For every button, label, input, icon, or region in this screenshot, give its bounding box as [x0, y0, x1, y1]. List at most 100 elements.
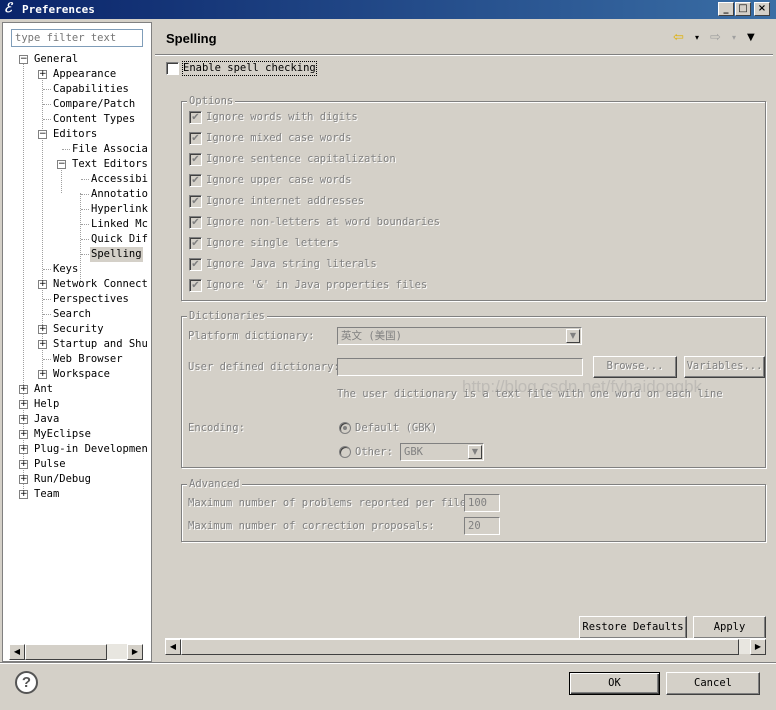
- tree-item-startup-shutdown[interactable]: + Startup and Shu: [3, 337, 151, 352]
- tree-item-content-types[interactable]: Content Types: [3, 112, 151, 127]
- max-proposals-field[interactable]: 20: [464, 517, 500, 535]
- tree-item-capabilities[interactable]: Capabilities: [3, 82, 151, 97]
- expand-icon[interactable]: +: [38, 280, 47, 289]
- tree-item-java[interactable]: + Java: [3, 412, 151, 427]
- ignore-sentence-cap-checkbox[interactable]: ✔: [189, 153, 202, 166]
- tree-item-linked-mode[interactable]: Linked Mc: [3, 217, 151, 232]
- tree-item-general[interactable]: − General: [3, 52, 151, 67]
- header-separator: [155, 54, 773, 56]
- collapse-icon[interactable]: −: [19, 55, 28, 64]
- tree-item-text-editors[interactable]: − Text Editors: [3, 157, 151, 172]
- scroll-left-icon[interactable]: ◀: [165, 639, 181, 655]
- tree-item-run-debug[interactable]: + Run/Debug: [3, 472, 151, 487]
- back-dropdown-icon[interactable]: ▾: [695, 31, 699, 45]
- tree-item-keys[interactable]: Keys: [3, 262, 151, 277]
- tree-item-editors[interactable]: − Editors: [3, 127, 151, 142]
- encoding-other-radio[interactable]: [339, 446, 351, 458]
- dictionaries-legend: Dictionaries: [187, 310, 267, 322]
- enable-spell-checkbox[interactable]: [166, 62, 179, 75]
- max-problems-field[interactable]: 100: [464, 494, 500, 512]
- expand-icon[interactable]: +: [38, 325, 47, 334]
- ignore-ampersand-checkbox[interactable]: ✔: [189, 279, 202, 292]
- tree-item-file-associations[interactable]: File Associa: [3, 142, 151, 157]
- tree-item-ant[interactable]: + Ant: [3, 382, 151, 397]
- expand-icon[interactable]: +: [19, 475, 28, 484]
- expand-icon[interactable]: +: [19, 460, 28, 469]
- variables-button[interactable]: Variables...: [684, 356, 765, 378]
- tree-item-help[interactable]: + Help: [3, 397, 151, 412]
- tree-item-search[interactable]: Search: [3, 307, 151, 322]
- platform-dictionary-combo[interactable]: 英文 (美国) ▼: [337, 327, 582, 345]
- apply-button[interactable]: Apply: [693, 616, 766, 639]
- footer-separator: [0, 662, 776, 664]
- ok-button[interactable]: OK: [569, 672, 660, 695]
- tree-item-workspace[interactable]: + Workspace: [3, 367, 151, 382]
- tree-item-network-connections[interactable]: + Network Connect: [3, 277, 151, 292]
- scroll-right-icon[interactable]: ▶: [750, 639, 766, 655]
- ignore-upper-case-checkbox[interactable]: ✔: [189, 174, 202, 187]
- scroll-right-icon[interactable]: ▶: [127, 644, 143, 660]
- back-arrow-icon[interactable]: ⇦: [673, 31, 684, 45]
- ignore-single-letters-checkbox[interactable]: ✔: [189, 237, 202, 250]
- ignore-ampersand-label: Ignore '&' in Java properties files: [206, 279, 428, 291]
- ignore-mixed-case-checkbox[interactable]: ✔: [189, 132, 202, 145]
- forward-arrow-icon[interactable]: ⇨: [710, 31, 721, 45]
- expand-icon[interactable]: +: [19, 490, 28, 499]
- tree-item-appearance[interactable]: + Appearance: [3, 67, 151, 82]
- cancel-button[interactable]: Cancel: [666, 672, 760, 695]
- tree-item-perspectives[interactable]: Perspectives: [3, 292, 151, 307]
- advanced-legend: Advanced: [187, 478, 242, 490]
- tree-item-myeclipse[interactable]: + MyEclipse: [3, 427, 151, 442]
- ignore-internet-label: Ignore internet addresses: [206, 195, 365, 207]
- enable-spell-label[interactable]: Enable spell checking: [182, 61, 317, 76]
- scroll-thumb[interactable]: [181, 639, 739, 655]
- encoding-other-combo[interactable]: GBK ▼: [400, 443, 484, 461]
- expand-icon[interactable]: +: [38, 370, 47, 379]
- title-bar: ℰ Preferences _ □ ×: [0, 0, 776, 19]
- expand-icon[interactable]: +: [19, 445, 28, 454]
- scroll-thumb[interactable]: [25, 644, 107, 660]
- chevron-down-icon[interactable]: ▼: [566, 329, 580, 343]
- expand-icon[interactable]: +: [19, 415, 28, 424]
- tree-item-spelling[interactable]: Spelling: [3, 247, 151, 262]
- scroll-left-icon[interactable]: ◀: [9, 644, 25, 660]
- view-menu-icon[interactable]: ▼: [747, 31, 755, 45]
- expand-icon[interactable]: +: [19, 430, 28, 439]
- ignore-mixed-case-label: Ignore mixed case words: [206, 132, 352, 144]
- tree-item-annotations[interactable]: Annotatio: [3, 187, 151, 202]
- collapse-icon[interactable]: −: [57, 160, 66, 169]
- tree-item-accessibility[interactable]: Accessibi: [3, 172, 151, 187]
- help-icon[interactable]: ?: [15, 671, 38, 694]
- collapse-icon[interactable]: −: [38, 130, 47, 139]
- tree-horizontal-scrollbar[interactable]: ◀ ▶: [9, 643, 143, 660]
- restore-defaults-button[interactable]: Restore Defaults: [579, 616, 687, 639]
- expand-icon[interactable]: +: [38, 340, 47, 349]
- minimize-button[interactable]: _: [718, 2, 734, 16]
- chevron-down-icon[interactable]: ▼: [468, 445, 482, 459]
- encoding-default-radio[interactable]: [339, 422, 351, 434]
- expand-icon[interactable]: +: [19, 400, 28, 409]
- browse-button[interactable]: Browse...: [593, 356, 677, 378]
- filter-input[interactable]: [11, 29, 143, 47]
- ignore-digits-checkbox[interactable]: ✔: [189, 111, 202, 124]
- tree-item-plugin-development[interactable]: + Plug-in Developmen: [3, 442, 151, 457]
- tree-item-team[interactable]: + Team: [3, 487, 151, 502]
- tree-item-quick-diff[interactable]: Quick Dif: [3, 232, 151, 247]
- expand-icon[interactable]: +: [19, 385, 28, 394]
- window-title: Preferences: [22, 3, 95, 16]
- tree-item-web-browser[interactable]: Web Browser: [3, 352, 151, 367]
- ignore-non-letters-checkbox[interactable]: ✔: [189, 216, 202, 229]
- user-dictionary-field[interactable]: [337, 358, 583, 376]
- close-button[interactable]: ×: [754, 2, 770, 16]
- user-dictionary-label: User defined dictionary:: [188, 361, 340, 373]
- ignore-internet-checkbox[interactable]: ✔: [189, 195, 202, 208]
- expand-icon[interactable]: +: [38, 70, 47, 79]
- ignore-java-strings-checkbox[interactable]: ✔: [189, 258, 202, 271]
- forward-dropdown-icon[interactable]: ▾: [732, 31, 736, 45]
- tree-item-security[interactable]: + Security: [3, 322, 151, 337]
- tree-item-hyperlinking[interactable]: Hyperlink: [3, 202, 151, 217]
- page-horizontal-scrollbar[interactable]: ◀ ▶: [165, 638, 766, 655]
- maximize-button[interactable]: □: [735, 2, 751, 16]
- tree-item-compare-patch[interactable]: Compare/Patch: [3, 97, 151, 112]
- tree-item-pulse[interactable]: + Pulse: [3, 457, 151, 472]
